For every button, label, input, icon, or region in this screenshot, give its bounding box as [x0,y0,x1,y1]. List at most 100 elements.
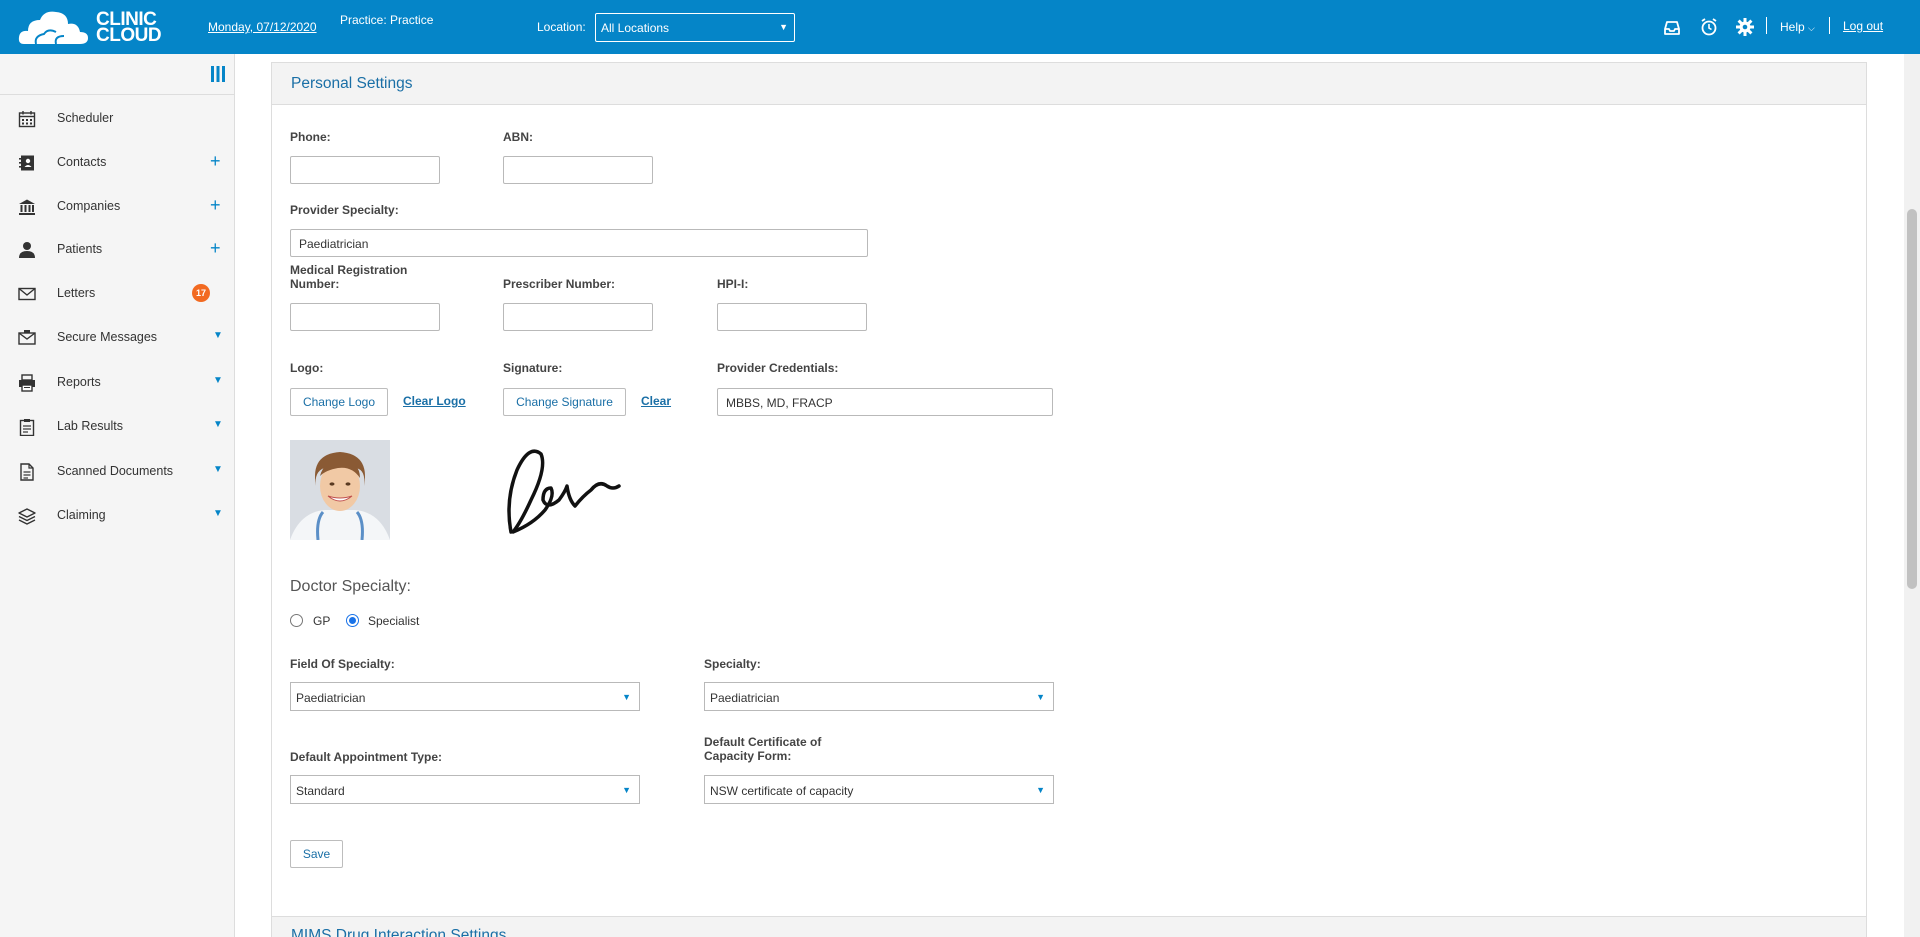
printer-icon [19,374,35,392]
prescriber-number-label: Prescriber Number: [503,277,616,291]
sidebar-item-reports[interactable]: Reports ▼ [0,362,234,402]
expand-caret-icon[interactable]: ▼ [213,419,223,430]
alarm-clock-icon[interactable] [1699,17,1719,37]
bank-icon [19,199,35,215]
abn-input[interactable] [503,156,653,184]
field-of-specialty-select[interactable]: Paediatrician ▼ [290,682,640,711]
chevron-down-icon: ▼ [622,692,631,702]
signature-image [507,449,621,534]
clinic-cloud-logo[interactable]: CLINIC CLOUD [18,6,178,48]
chevron-down-icon: ▼ [1036,785,1045,795]
medical-registration-label-line1: Medical Registration [290,263,408,277]
sidebar-item-lab-results[interactable]: Lab Results ▼ [0,406,234,446]
change-logo-button[interactable]: Change Logo [290,388,388,416]
envelope-icon [18,287,36,301]
panel-header[interactable]: Personal Settings [272,63,1866,105]
document-icon [20,463,34,481]
sidebar-item-letters[interactable]: Letters 17 [0,273,234,313]
default-appointment-type-value: Standard [296,784,345,798]
sidebar-item-companies[interactable]: Companies + [0,186,234,226]
expand-caret-icon[interactable]: ▼ [213,464,223,475]
inbox-icon[interactable] [1662,18,1682,38]
letters-count-badge: 17 [192,284,210,302]
provider-specialty-input[interactable]: Paediatrician [290,229,868,257]
medical-registration-label: Medical Registration Number: [290,263,407,291]
scrollbar-thumb[interactable] [1907,209,1917,589]
prescriber-number-input[interactable] [503,303,653,331]
panel-title: Personal Settings [291,75,413,92]
radio-specialist[interactable] [346,614,359,627]
sidebar-divider [0,94,234,95]
expand-caret-icon[interactable]: ▼ [213,330,223,341]
sidebar-item-scheduler[interactable]: Scheduler [0,98,234,138]
current-date-link[interactable]: Monday, 07/12/2020 [208,20,317,34]
sidebar: Scheduler Contacts + Companies + Patient… [0,54,235,937]
default-certificate-label-line2: Capacity Form: [704,749,792,763]
location-select[interactable]: All Locations ▼ [595,13,795,42]
sidebar-item-label: Reports [57,375,101,389]
expand-caret-icon[interactable]: ▼ [213,508,223,519]
page-scrollbar[interactable] [1904,54,1920,937]
location-select-value: All Locations [601,21,670,35]
radio-gp-label: GP [313,614,331,628]
sidebar-item-label: Lab Results [57,419,124,433]
personal-settings-panel: Personal Settings Phone: ABN: Provider S… [271,62,1867,937]
abn-label: ABN: [503,130,533,144]
gear-icon[interactable] [1735,17,1755,37]
clear-signature-link[interactable]: Clear [641,394,671,408]
add-contact-plus-icon[interactable]: + [210,151,221,172]
sidebar-item-label: Patients [57,242,103,256]
help-label: Help [1780,20,1805,34]
radio-gp[interactable] [290,614,303,627]
secure-mail-icon [18,330,36,345]
medical-registration-input[interactable] [290,303,440,331]
chevron-down-icon: ▼ [779,22,788,32]
clear-logo-link[interactable]: Clear Logo [403,394,466,408]
sidebar-item-scanned-documents[interactable]: Scanned Documents ▼ [0,451,234,491]
field-of-specialty-value: Paediatrician [296,691,366,705]
chevron-down-icon: ⌵ [1808,23,1815,33]
sidebar-item-secure-messages[interactable]: Secure Messages ▼ [0,317,234,357]
add-patient-plus-icon[interactable]: + [210,238,221,259]
practice-label: Practice: Practice [340,13,434,27]
sidebar-toggle-icon[interactable] [210,65,226,83]
sidebar-item-label: Scanned Documents [57,464,174,478]
phone-label: Phone: [290,130,331,144]
specialty-select[interactable]: Paediatrician ▼ [704,682,1054,711]
sidebar-item-claiming[interactable]: Claiming ▼ [0,495,234,535]
phone-input[interactable] [290,156,440,184]
logout-link[interactable]: Log out [1843,19,1883,33]
doctor-specialty-heading: Doctor Specialty: [290,578,411,595]
clipboard-icon [19,419,35,436]
add-company-plus-icon[interactable]: + [210,195,221,216]
save-button[interactable]: Save [290,840,343,868]
specialty-value: Paediatrician [710,691,780,705]
mims-settings-header[interactable]: MIMS Drug Interaction Settings [272,916,1866,937]
layers-icon [18,508,36,525]
chevron-down-icon: ▼ [1036,692,1045,702]
default-certificate-value: NSW certificate of capacity [710,784,854,798]
sidebar-item-label: Claiming [57,508,106,522]
topbar-separator [1829,17,1830,34]
default-appointment-type-select[interactable]: Standard ▼ [290,775,640,804]
hpii-label: HPI-I: [717,277,749,291]
calendar-icon [18,111,36,128]
hpii-input[interactable] [717,303,867,331]
default-certificate-label: Default Certificate of Capacity Form: [704,735,821,763]
default-certificate-select[interactable]: NSW certificate of capacity ▼ [704,775,1054,804]
expand-caret-icon[interactable]: ▼ [213,375,223,386]
sidebar-item-contacts[interactable]: Contacts + [0,142,234,182]
provider-specialty-label: Provider Specialty: [290,203,399,217]
top-bar: CLINIC CLOUD Monday, 07/12/2020 Practice… [0,0,1920,54]
help-menu[interactable]: Help ⌵ [1780,20,1815,34]
change-signature-button[interactable]: Change Signature [503,388,626,416]
person-icon [19,242,35,258]
radio-specialist-label: Specialist [368,614,420,628]
mims-settings-title: MIMS Drug Interaction Settings [291,927,507,937]
logo-text-cloud: CLOUD [96,25,162,46]
sidebar-item-label: Companies [57,199,121,213]
cloud-logo-icon [18,11,88,45]
provider-credentials-input[interactable]: MBBS, MD, FRACP [717,388,1053,416]
sidebar-item-patients[interactable]: Patients + [0,229,234,269]
sidebar-item-label: Secure Messages [57,330,158,344]
